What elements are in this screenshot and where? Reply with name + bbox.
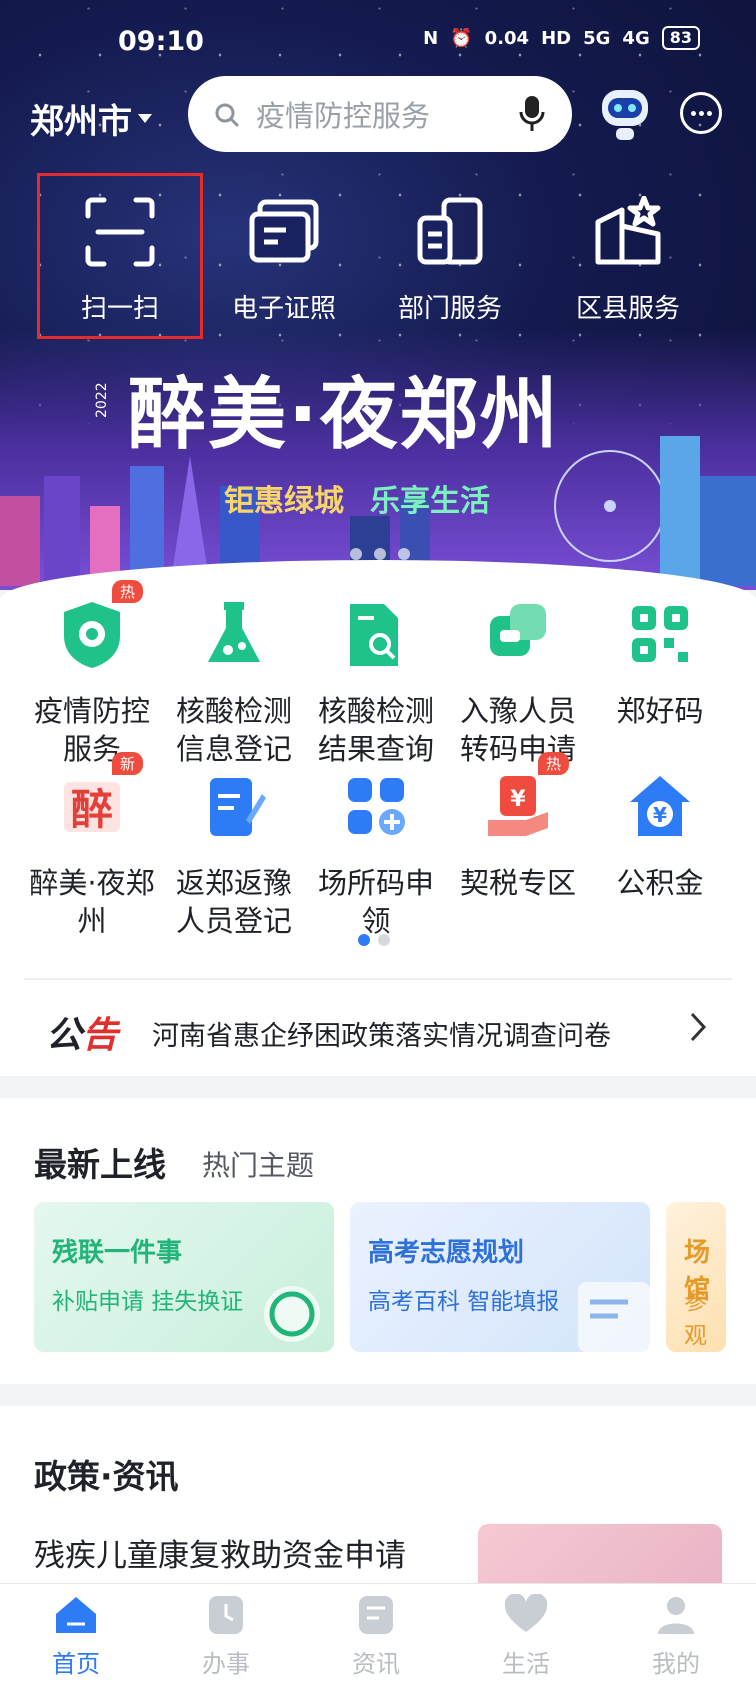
service-deed-tax[interactable]: 热 ¥ 契税专区 xyxy=(446,752,590,942)
district-icon xyxy=(595,196,661,265)
latest-title: 最新上线 xyxy=(34,1145,166,1184)
service-grid-pager xyxy=(358,934,390,946)
city-name: 郑州市 xyxy=(30,102,132,142)
banner-title: 醉美·夜郑州 xyxy=(128,370,560,460)
quick-e-license[interactable]: 电子证照 xyxy=(204,176,364,336)
search-bar[interactable]: 疫情防控服务 xyxy=(188,76,572,152)
flask-icon xyxy=(208,602,260,662)
service-zhenghao-code[interactable]: 郑好码 xyxy=(588,600,732,770)
tab-home[interactable]: 首页 xyxy=(26,1594,126,1679)
hd-badge: HD xyxy=(541,27,572,49)
svg-text:醉: 醉 xyxy=(71,785,113,834)
svg-text:¥: ¥ xyxy=(653,803,667,827)
bottom-tab-bar: 首页 办事 资讯 生活 我的 xyxy=(0,1583,756,1687)
service-zui-mei-ye-zhengzhou[interactable]: 新 醉 醉美·夜郑州 xyxy=(20,752,164,942)
service-return-register[interactable]: 返郑返豫人员登记 xyxy=(162,772,306,942)
svg-text:¥: ¥ xyxy=(510,787,526,812)
battery-indicator: 83 xyxy=(661,26,700,50)
policy-section: 政策·资讯 残疾儿童康复救助资金申请 xyxy=(0,1406,756,1606)
clock-icon xyxy=(209,1596,243,1634)
top-bar: 郑州市 疫情防控服务 xyxy=(0,74,756,154)
notice-text: 河南省惠企纾困政策落实情况调查问卷 xyxy=(152,1021,611,1052)
caret-down-icon xyxy=(138,114,152,123)
user-icon xyxy=(658,1597,694,1634)
report-search-icon xyxy=(350,604,398,666)
home-icon xyxy=(56,1597,96,1633)
virus-shield-icon xyxy=(64,602,120,668)
service-venue-code[interactable]: 场所码申领 xyxy=(304,772,448,942)
zui-icon: 醉 xyxy=(64,782,120,834)
service-epidemic-prevention[interactable]: 热 疫情防控服务 xyxy=(20,580,164,770)
scan-icon xyxy=(85,197,155,267)
notice-bar[interactable]: 公告 河南省惠企纾困政策落实情况调查问卷 xyxy=(24,978,732,1076)
status-time: 09:10 xyxy=(118,26,204,57)
qr-code-icon xyxy=(632,606,688,662)
transfer-code-icon xyxy=(490,604,546,656)
signal-4g-icon: 4G xyxy=(622,27,650,49)
department-icon xyxy=(417,197,483,265)
tab-news[interactable]: 资讯 xyxy=(326,1594,426,1679)
service-nucleic-register[interactable]: 核酸检测信息登记 xyxy=(162,600,306,770)
banner-subtitle: 钜惠绿城 乐享生活 xyxy=(224,484,490,519)
gaokao-card[interactable]: 高考志愿规划 高考百科 智能填报 xyxy=(350,1202,650,1352)
message-icon[interactable] xyxy=(680,92,722,134)
disability-logo-icon xyxy=(264,1286,320,1342)
tab-life[interactable]: 生活 xyxy=(476,1594,576,1679)
chevron-right-icon xyxy=(690,1012,707,1042)
search-placeholder: 疫情防控服务 xyxy=(256,99,431,133)
nfc-icon: N xyxy=(423,27,439,49)
banner-pager xyxy=(350,548,410,560)
quick-actions: 扫一扫 电子证照 部门服务 区县服务 xyxy=(0,173,756,339)
graduation-icon xyxy=(578,1282,650,1352)
latest-section: 最新上线 热门主题 残联一件事 补贴申请 挂失换证 高考志愿规划 高考百科 智能… xyxy=(0,1098,756,1384)
net-speed: 0.04 xyxy=(484,27,530,49)
banner-year: 2022 xyxy=(94,382,110,418)
quick-district[interactable]: 区县服务 xyxy=(548,176,708,336)
microphone-icon[interactable] xyxy=(518,94,546,134)
notice-tag: 公告 xyxy=(46,1015,119,1056)
search-icon xyxy=(215,103,239,127)
disability-card[interactable]: 残联一件事 补贴申请 挂失换证 xyxy=(34,1202,334,1352)
status-bar: 09:10 N ⏰ 0.04 HD 5G 4G 83 xyxy=(0,0,756,84)
city-selector[interactable]: 郑州市 xyxy=(30,94,152,143)
id-card-icon xyxy=(249,199,319,263)
status-icons: N ⏰ 0.04 HD 5G 4G 83 xyxy=(423,26,700,50)
tab-profile[interactable]: 我的 xyxy=(626,1594,726,1679)
signal-5g-icon: 5G xyxy=(583,27,611,49)
policy-item[interactable]: 残疾儿童康复救助资金申请 xyxy=(34,1530,406,1575)
tab-services[interactable]: 办事 xyxy=(176,1594,276,1679)
tax-icon: ¥ xyxy=(488,776,548,836)
assistant-robot-icon[interactable] xyxy=(596,80,654,144)
policy-title: 政策·资讯 xyxy=(34,1457,179,1496)
quick-scan[interactable]: 扫一扫 xyxy=(37,173,203,339)
notebook-icon xyxy=(210,778,266,836)
hot-topics-tab[interactable]: 热门主题 xyxy=(202,1144,314,1184)
venue-card[interactable]: 场馆 参观 xyxy=(666,1202,726,1352)
heart-icon xyxy=(504,1594,548,1632)
housing-fund-icon: ¥ xyxy=(630,776,690,836)
alarm-icon: ⏰ xyxy=(450,27,473,49)
service-housing-fund[interactable]: ¥ 公积金 xyxy=(588,772,732,942)
news-icon xyxy=(359,1596,393,1634)
service-nucleic-result[interactable]: 核酸检测结果查询 xyxy=(304,600,448,770)
service-transfer-code[interactable]: 入豫人员转码申请 xyxy=(446,600,590,770)
apps-add-icon xyxy=(348,778,405,835)
quick-department[interactable]: 部门服务 xyxy=(370,176,530,336)
